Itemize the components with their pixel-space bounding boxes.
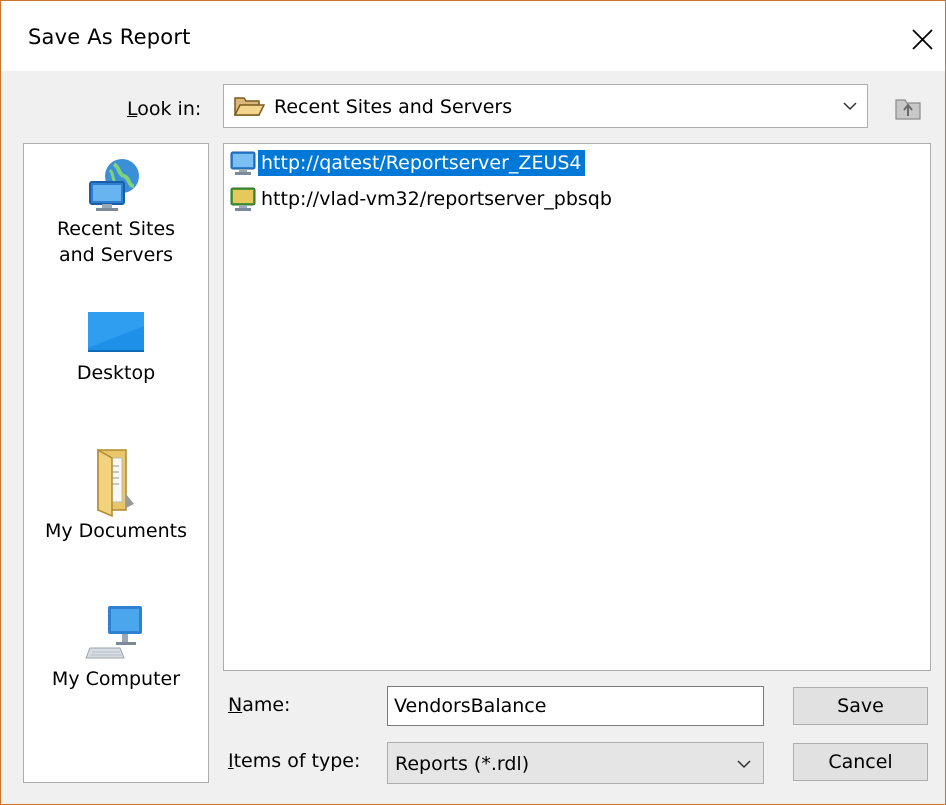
place-recent-line1: Recent Sites — [56, 218, 176, 240]
place-my-documents-label: My Documents — [44, 520, 187, 542]
look-in-dropdown[interactable]: Recent Sites and Servers — [223, 84, 868, 128]
up-folder-icon — [895, 99, 921, 120]
look-in-label: Look in: — [127, 98, 201, 120]
look-in-label-accel: L — [127, 98, 138, 120]
save-button[interactable]: Save — [793, 687, 928, 725]
items-of-type-dropdown[interactable]: Reports (*.rdl) — [387, 742, 764, 784]
file-item-label: http://vlad-vm32/reportserver_pbsqb — [261, 188, 612, 210]
look-in-label-text: ook in: — [137, 98, 202, 120]
up-one-level-button[interactable] — [893, 92, 923, 122]
computer-icon — [85, 606, 142, 659]
places-bar: Recent Sites and Servers Desktop My Docu… — [23, 143, 209, 783]
name-label-accel: N — [228, 694, 243, 716]
place-recent-sites-label: Recent Sites and Servers — [24, 216, 208, 268]
items-of-type-value: Reports (*.rdl) — [395, 753, 530, 775]
name-label: Name: — [228, 694, 290, 716]
save-as-dialog: Save As Report Look in: Recent Sites and… — [0, 0, 946, 805]
look-in-value: Recent Sites and Servers — [274, 96, 513, 118]
documents-folder-icon — [97, 448, 134, 518]
place-my-computer[interactable]: My Computer — [24, 602, 208, 692]
file-list[interactable]: http://qatest/Reportserver_ZEUS4 http://… — [223, 143, 931, 671]
place-desktop-label: Desktop — [76, 362, 156, 384]
desktop-icon — [88, 312, 144, 352]
report-server-icon — [230, 151, 256, 175]
items-of-type-text: tems of type: — [233, 750, 361, 772]
list-item[interactable]: http://qatest/Reportserver_ZEUS4 — [228, 148, 585, 178]
place-my-computer-label: My Computer — [51, 668, 181, 690]
globe-network-icon — [89, 159, 139, 211]
title-bar: Save As Report — [1, 1, 945, 71]
open-folder-icon — [233, 97, 265, 116]
place-recent-line2: and Servers — [59, 244, 173, 266]
report-server-icon — [230, 187, 256, 211]
chevron-down-icon — [737, 760, 751, 769]
name-input[interactable] — [387, 686, 764, 726]
dialog-title: Save As Report — [28, 25, 191, 49]
items-of-type-label: Items of type: — [228, 750, 360, 772]
close-button[interactable] — [901, 19, 941, 59]
place-my-documents[interactable]: My Documents — [24, 446, 208, 544]
list-item[interactable]: http://vlad-vm32/reportserver_pbsqb — [228, 184, 615, 214]
close-icon — [912, 29, 933, 50]
name-label-text: ame: — [242, 694, 291, 716]
place-recent-sites[interactable]: Recent Sites and Servers — [24, 152, 208, 268]
cancel-button[interactable]: Cancel — [793, 743, 928, 781]
place-desktop[interactable]: Desktop — [24, 308, 208, 386]
chevron-down-icon — [843, 102, 857, 111]
file-item-label: http://qatest/Reportserver_ZEUS4 — [258, 150, 585, 176]
